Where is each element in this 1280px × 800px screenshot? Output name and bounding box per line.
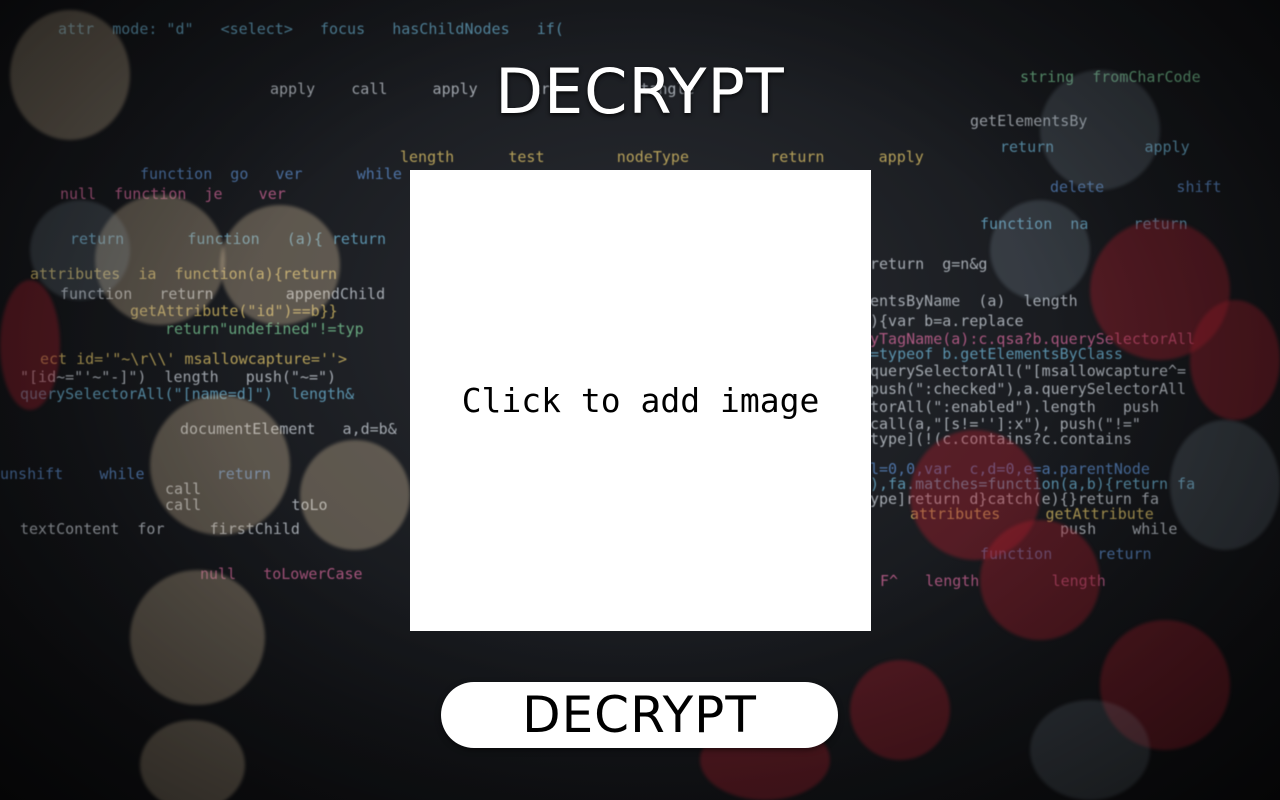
add-image-label: Click to add image [461,381,820,420]
decrypt-button-label: DECRYPT [522,686,757,744]
app-background: attr mode: "d" <select> focus hasChildNo… [0,0,1280,800]
page-title: DECRYPT [495,55,785,128]
add-image-area[interactable]: Click to add image [410,170,871,631]
decrypt-button[interactable]: DECRYPT [441,682,838,748]
